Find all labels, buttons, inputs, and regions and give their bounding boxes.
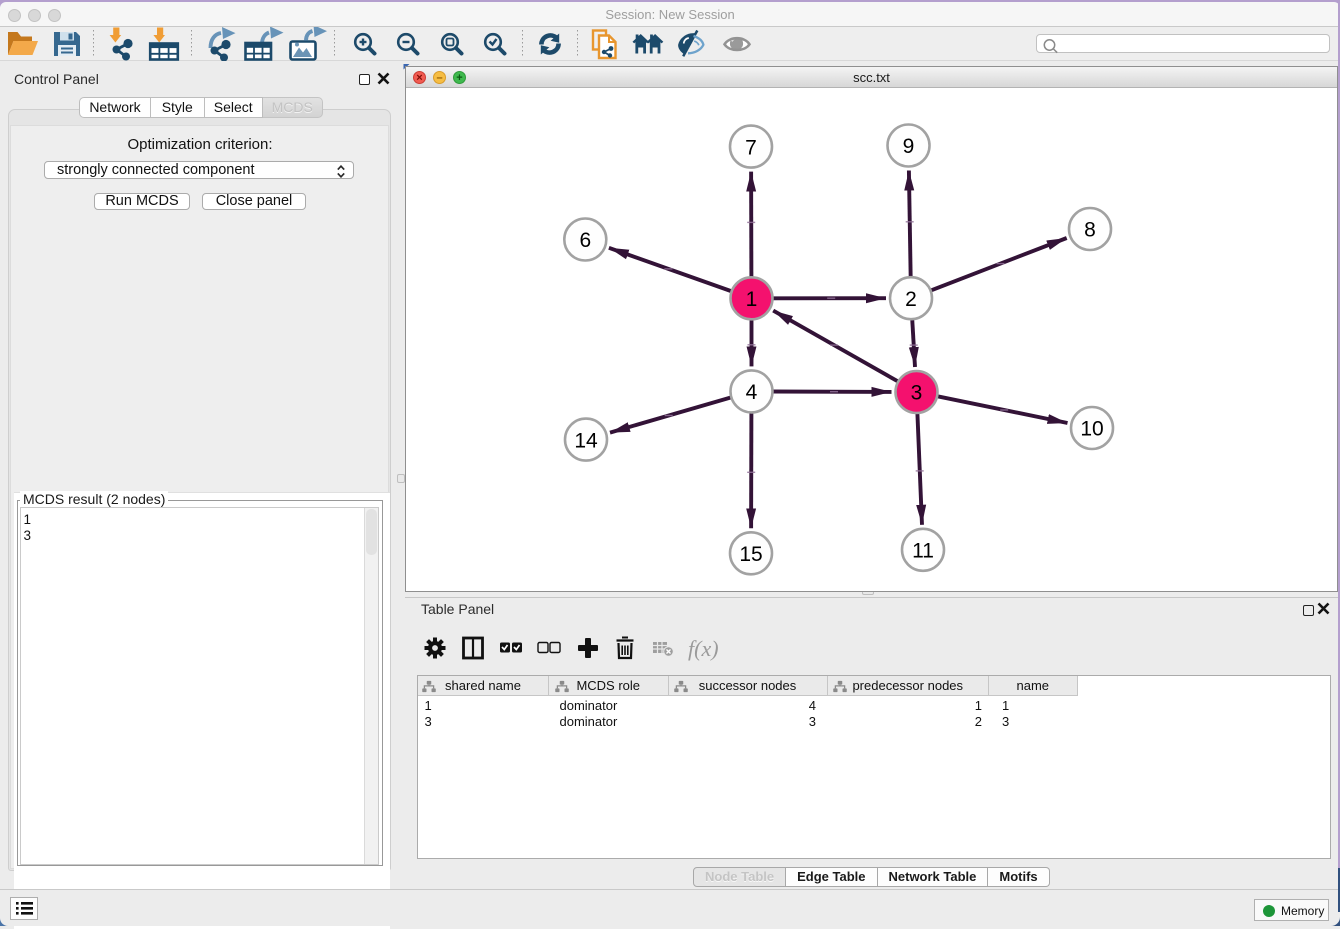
svg-text:2: 2 [905, 288, 917, 311]
svg-text:14: 14 [574, 429, 598, 452]
svg-text:7: 7 [745, 136, 757, 159]
svg-text:f(x): f(x) [688, 636, 719, 661]
svg-text:15: 15 [739, 543, 762, 566]
svg-text:10: 10 [1080, 418, 1103, 441]
svg-text:1: 1 [746, 288, 758, 311]
svg-text:9: 9 [903, 135, 915, 158]
svg-text:6: 6 [579, 229, 591, 252]
svg-text:11: 11 [912, 540, 934, 563]
svg-text:8: 8 [1084, 219, 1096, 242]
svg-text:4: 4 [746, 381, 758, 404]
svg-text:3: 3 [911, 382, 923, 405]
